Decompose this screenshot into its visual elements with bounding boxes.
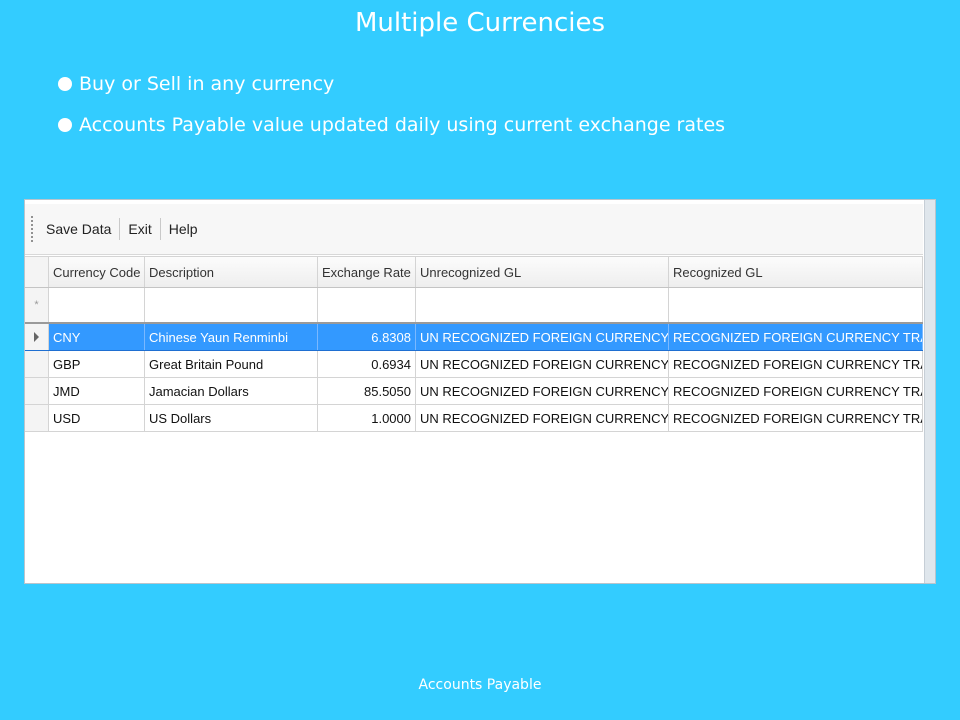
toolbar-separator	[119, 218, 121, 240]
unrecognized-gl-cell[interactable]: UN RECOGNIZED FOREIGN CURRENCY TRANS	[416, 351, 669, 377]
unrecognized-gl-cell[interactable]: UN RECOGNIZED FOREIGN CURRENCY TRANS	[416, 405, 669, 431]
toolbar: Save Data Exit Help	[25, 204, 923, 255]
row-selector[interactable]	[25, 351, 49, 377]
table-row[interactable]: JMD Jamacian Dollars 85.5050 UN RECOGNIZ…	[25, 378, 923, 405]
table-row[interactable]: CNY Chinese Yaun Renminbi 6.8308 UN RECO…	[25, 324, 923, 351]
currency-code-cell[interactable]: GBP	[49, 351, 145, 377]
bullet-text: Accounts Payable value updated daily usi…	[79, 114, 726, 136]
new-rate-cell[interactable]	[318, 288, 416, 322]
row-selector[interactable]	[25, 405, 49, 431]
window-edge	[924, 200, 935, 583]
slide-title: Multiple Currencies	[354, 8, 606, 38]
currency-code-cell[interactable]: CNY	[49, 324, 145, 350]
bullet-text: Buy or Sell in any currency	[79, 73, 335, 95]
description-cell[interactable]: Chinese Yaun Renminbi	[145, 324, 318, 350]
recognized-gl-cell[interactable]: RECOGNIZED FOREIGN CURRENCY TRANS	[669, 405, 923, 431]
recognized-gl-cell[interactable]: RECOGNIZED FOREIGN CURRENCY TRANS	[669, 324, 923, 350]
row-selector[interactable]	[25, 378, 49, 404]
new-row[interactable]: *	[25, 288, 923, 324]
recognized-gl-cell[interactable]: RECOGNIZED FOREIGN CURRENCY TRANS	[669, 351, 923, 377]
unrecognized-gl-cell[interactable]: UN RECOGNIZED FOREIGN CURRENCY TRANS	[416, 324, 669, 350]
new-code-cell[interactable]	[49, 288, 145, 322]
slide-footer: Accounts Payable	[418, 677, 542, 693]
header-corner[interactable]	[25, 257, 49, 287]
table-row[interactable]: GBP Great Britain Pound 0.6934 UN RECOGN…	[25, 351, 923, 378]
exchange-rate-cell[interactable]: 85.5050	[318, 378, 416, 404]
exchange-rate-cell[interactable]: 6.8308	[318, 324, 416, 350]
new-recognized-gl-cell[interactable]	[669, 288, 923, 322]
exchange-rate-cell[interactable]: 1.0000	[318, 405, 416, 431]
column-header-description[interactable]: Description	[145, 257, 318, 287]
unrecognized-gl-cell[interactable]: UN RECOGNIZED FOREIGN CURRENCY TRANS	[416, 378, 669, 404]
exchange-rate-cell[interactable]: 0.6934	[318, 351, 416, 377]
new-unrecognized-gl-cell[interactable]	[416, 288, 669, 322]
grid-header-row: Currency Code Description Exchange Rate …	[25, 256, 923, 288]
column-header-currency-code[interactable]: Currency Code	[49, 257, 145, 287]
bullet-item: Accounts Payable value updated daily usi…	[58, 111, 725, 139]
description-cell[interactable]: US Dollars	[145, 405, 318, 431]
description-cell[interactable]: Great Britain Pound	[145, 351, 318, 377]
column-header-unrecognized-gl[interactable]: Unrecognized GL	[416, 257, 669, 287]
new-description-cell[interactable]	[145, 288, 318, 322]
bullet-dot-icon	[58, 118, 72, 132]
toolbar-grip-icon[interactable]	[30, 215, 34, 243]
new-row-selector[interactable]: *	[25, 288, 49, 322]
row-selector[interactable]	[25, 324, 49, 350]
currency-window: Save Data Exit Help Currency Code Descri…	[24, 199, 936, 584]
bullet-item: Buy or Sell in any currency	[58, 70, 725, 98]
description-cell[interactable]: Jamacian Dollars	[145, 378, 318, 404]
column-header-exchange-rate[interactable]: Exchange Rate	[318, 257, 416, 287]
exit-button[interactable]: Exit	[122, 221, 157, 237]
table-row[interactable]: USD US Dollars 1.0000 UN RECOGNIZED FORE…	[25, 405, 923, 432]
toolbar-separator	[159, 218, 161, 240]
currency-grid: Currency Code Description Exchange Rate …	[25, 256, 923, 432]
save-data-button[interactable]: Save Data	[40, 221, 117, 237]
help-button[interactable]: Help	[163, 221, 204, 237]
recognized-gl-cell[interactable]: RECOGNIZED FOREIGN CURRENCY TRANS	[669, 378, 923, 404]
current-row-arrow-icon	[34, 332, 39, 342]
currency-code-cell[interactable]: USD	[49, 405, 145, 431]
bullet-list: Buy or Sell in any currency Accounts Pay…	[58, 70, 725, 152]
column-header-recognized-gl[interactable]: Recognized GL	[669, 257, 923, 287]
currency-code-cell[interactable]: JMD	[49, 378, 145, 404]
bullet-dot-icon	[58, 77, 72, 91]
new-row-star-icon: *	[34, 299, 39, 311]
